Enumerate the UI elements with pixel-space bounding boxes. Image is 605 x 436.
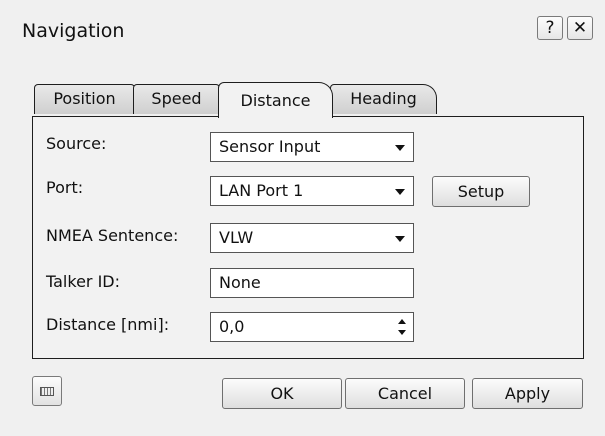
keyboard-button[interactable] <box>32 376 62 406</box>
chevron-down-icon <box>395 189 405 195</box>
source-select[interactable]: Sensor Input <box>210 132 414 162</box>
talker-id-value: None <box>219 273 261 292</box>
distance-label: Distance [nmi]: <box>46 315 170 334</box>
dialog-title: Navigation <box>22 20 125 42</box>
navigation-dialog: Navigation ? ✕ Position Speed Heading Di… <box>0 0 605 436</box>
talker-id-label: Talker ID: <box>46 272 121 291</box>
keyboard-icon <box>40 387 54 396</box>
nmea-sentence-select[interactable]: VLW <box>210 223 414 253</box>
spin-down-icon[interactable] <box>398 330 406 335</box>
chevron-down-icon <box>395 145 405 151</box>
nmea-sentence-label: NMEA Sentence: <box>46 226 179 245</box>
chevron-down-icon <box>395 236 405 242</box>
port-select[interactable]: LAN Port 1 <box>210 176 414 206</box>
source-label: Source: <box>46 134 107 153</box>
tab-heading[interactable]: Heading <box>330 84 437 114</box>
tab-distance[interactable]: Distance <box>218 82 333 118</box>
nmea-sentence-value: VLW <box>219 228 254 247</box>
apply-button[interactable]: Apply <box>472 378 583 409</box>
setup-button[interactable]: Setup <box>432 176 530 207</box>
port-label: Port: <box>46 178 84 197</box>
cancel-button[interactable]: Cancel <box>345 378 465 409</box>
distance-spinbox[interactable]: 0,0 <box>210 312 414 342</box>
help-button[interactable]: ? <box>537 16 563 40</box>
port-value: LAN Port 1 <box>219 181 304 200</box>
distance-value: 0,0 <box>219 317 245 336</box>
tab-position[interactable]: Position <box>34 84 135 114</box>
spin-up-icon[interactable] <box>398 319 406 324</box>
ok-button[interactable]: OK <box>222 378 342 409</box>
source-value: Sensor Input <box>219 137 321 156</box>
tab-speed[interactable]: Speed <box>133 84 220 114</box>
close-button[interactable]: ✕ <box>567 16 593 40</box>
talker-id-input[interactable]: None <box>210 268 414 298</box>
